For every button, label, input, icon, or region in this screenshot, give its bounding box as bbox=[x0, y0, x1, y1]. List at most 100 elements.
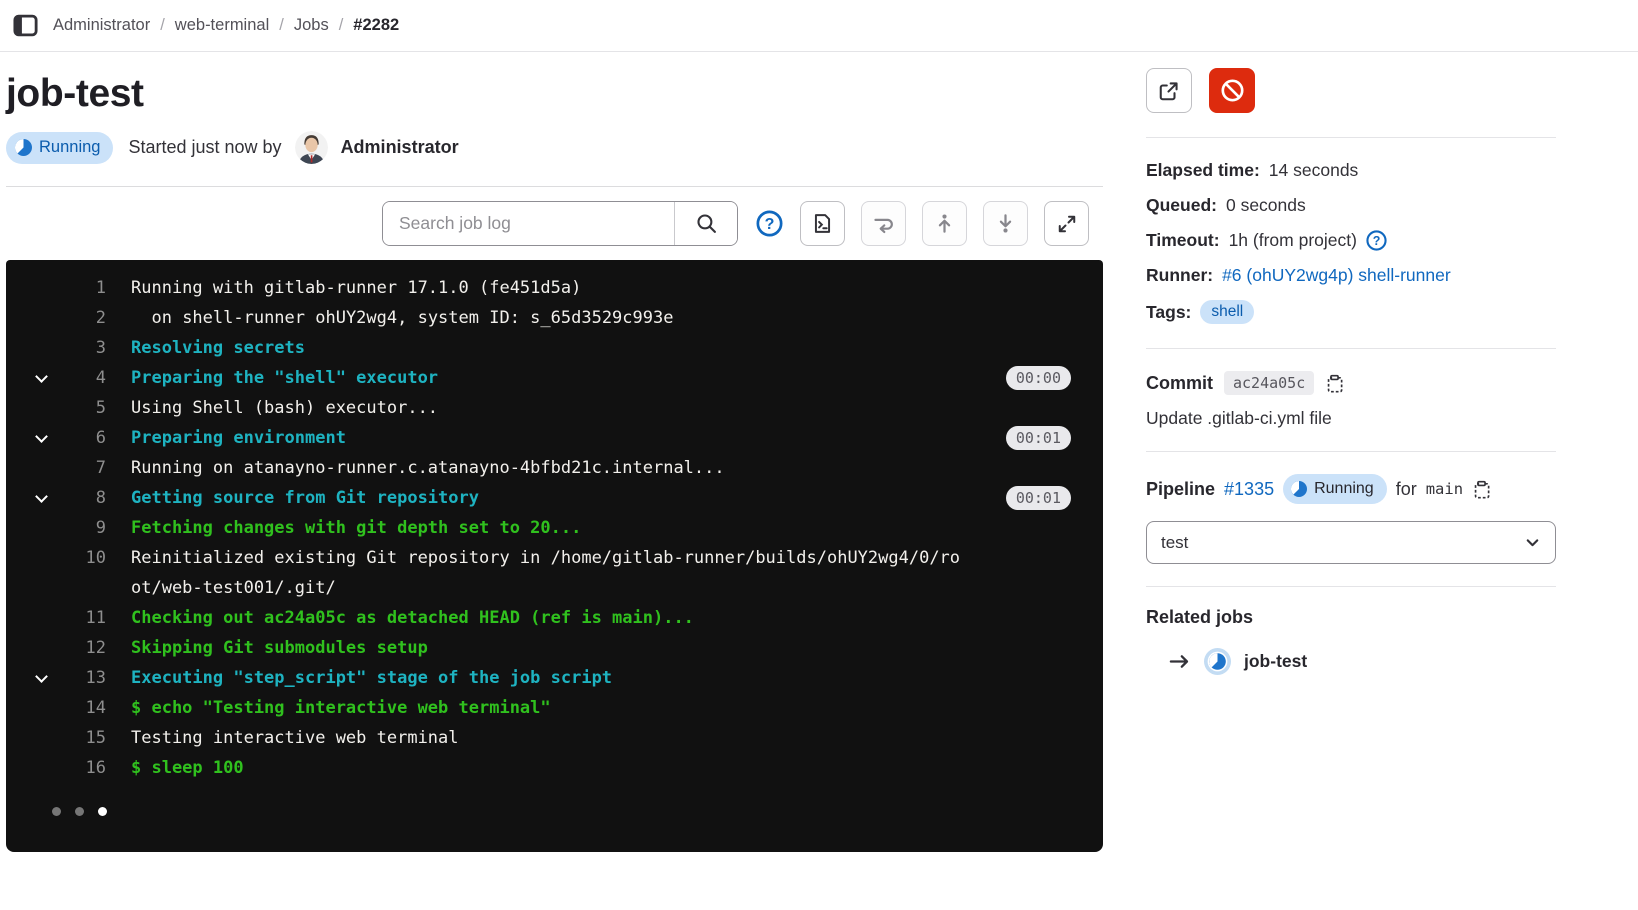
log-line: 1 Running with gitlab-runner 17.1.0 (fe45… bbox=[6, 273, 1103, 303]
log-line: 15 Testing interactive web terminal bbox=[6, 723, 1103, 753]
log-line: 8 Getting source from Git repository 00:01 bbox=[6, 483, 1103, 513]
log-line-number[interactable]: 2 bbox=[6, 303, 106, 333]
log-line: 11Checking out ac24a05c as detached HEAD… bbox=[6, 603, 1103, 633]
copy-ref-icon[interactable] bbox=[1472, 480, 1491, 499]
stage-dropdown[interactable]: test bbox=[1146, 521, 1556, 564]
started-text: Started just now by bbox=[128, 137, 281, 158]
search-button[interactable] bbox=[674, 202, 737, 245]
related-jobs-heading: Related jobs bbox=[1146, 607, 1556, 628]
log-line-text[interactable]: Getting source from Git repository bbox=[131, 483, 479, 513]
author-name[interactable]: Administrator bbox=[341, 137, 459, 158]
log-line-number[interactable]: 15 bbox=[6, 723, 106, 753]
scroll-to-bottom-button[interactable] bbox=[983, 201, 1028, 246]
queued-value: 0 seconds bbox=[1226, 195, 1306, 216]
log-line: 10Reinitialized existing Git repository … bbox=[6, 543, 1103, 603]
related-job-item[interactable]: job-test bbox=[1168, 648, 1556, 675]
log-line-number[interactable]: 16 bbox=[6, 753, 106, 783]
log-line-number[interactable]: 9 bbox=[6, 513, 106, 543]
commit-sha[interactable]: ac24a05c bbox=[1224, 371, 1314, 395]
tag-badge: shell bbox=[1200, 300, 1254, 324]
log-line-text: $ sleep 100 bbox=[131, 753, 244, 783]
running-status-icon bbox=[1291, 481, 1307, 497]
log-line-number[interactable]: 3 bbox=[6, 333, 106, 363]
log-line: 13 Executing "step_script" stage of the j… bbox=[6, 663, 1103, 693]
log-line: 4Preparing the "shell" executor00:00 bbox=[6, 363, 1103, 393]
log-line-number[interactable]: 8 bbox=[6, 483, 106, 513]
arrow-right-icon bbox=[1168, 650, 1191, 673]
breadcrumb-bar: Administrator / web-terminal / Jobs / #2… bbox=[0, 0, 1638, 52]
log-line-text: Testing interactive web terminal bbox=[131, 723, 459, 753]
log-line-number[interactable]: 13 bbox=[6, 663, 106, 693]
open-in-new-window-button[interactable] bbox=[1146, 68, 1192, 113]
pipeline-status-badge[interactable]: Running bbox=[1283, 474, 1387, 504]
breadcrumb-item[interactable]: Administrator bbox=[53, 16, 150, 35]
svg-text:?: ? bbox=[764, 215, 774, 233]
job-log-search bbox=[382, 201, 738, 246]
log-line: 2 on shell-runner ohUY2wg4, system ID: s… bbox=[6, 303, 1103, 333]
job-log-toolbar: ? bbox=[6, 186, 1103, 260]
log-line-text[interactable]: Preparing the "shell" executor bbox=[131, 363, 438, 393]
commit-block: Commit ac24a05c Update .gitlab-ci.yml fi… bbox=[1146, 349, 1556, 452]
runner-row: Runner: #6 (ohUY2wg4p) shell-runner bbox=[1146, 265, 1556, 286]
page-title: job-test bbox=[6, 72, 1103, 116]
sidebar-toggle-icon[interactable] bbox=[12, 13, 39, 38]
running-status-icon bbox=[15, 139, 32, 156]
breadcrumb-item[interactable]: Jobs bbox=[294, 16, 329, 35]
log-line-number[interactable]: 7 bbox=[6, 453, 106, 483]
section-duration-badge: 00:01 bbox=[1006, 486, 1071, 510]
timeout-label: Timeout: bbox=[1146, 230, 1220, 251]
log-line-number[interactable]: 11 bbox=[6, 603, 106, 633]
related-job-name: job-test bbox=[1244, 651, 1307, 672]
runner-link[interactable]: #6 (ohUY2wg4p) shell-runner bbox=[1222, 265, 1451, 286]
copy-commit-sha-icon[interactable] bbox=[1325, 374, 1344, 393]
job-log-terminal: 1 Running with gitlab-runner 17.1.0 (fe45… bbox=[6, 260, 1103, 852]
log-line-number[interactable]: 4 bbox=[6, 363, 106, 393]
commit-label: Commit bbox=[1146, 373, 1213, 394]
related-job-status-icon bbox=[1204, 648, 1231, 675]
job-log-help-button[interactable]: ? bbox=[754, 210, 784, 237]
log-line-number[interactable]: 14 bbox=[6, 693, 106, 723]
search-input[interactable] bbox=[383, 202, 674, 245]
log-line: 5Using Shell (bash) executor... bbox=[6, 393, 1103, 423]
pipeline-status-label: Running bbox=[1314, 480, 1374, 498]
log-line: 12Skipping Git submodules setup bbox=[6, 633, 1103, 663]
breadcrumb: Administrator / web-terminal / Jobs / #2… bbox=[53, 16, 399, 35]
breadcrumb-current-job: #2282 bbox=[353, 16, 399, 35]
breadcrumb-separator: / bbox=[339, 16, 344, 35]
scroll-to-top-button[interactable] bbox=[922, 201, 967, 246]
commit-message[interactable]: Update .gitlab-ci.yml file bbox=[1146, 408, 1556, 429]
breadcrumb-separator: / bbox=[160, 16, 165, 35]
scroll-to-failure-button[interactable] bbox=[861, 201, 906, 246]
queued-row: Queued: 0 seconds bbox=[1146, 195, 1556, 216]
log-line-text: Resolving secrets bbox=[131, 333, 305, 363]
log-loading-dots bbox=[52, 807, 1103, 816]
avatar[interactable] bbox=[295, 131, 328, 164]
elapsed-time-label: Elapsed time: bbox=[1146, 160, 1260, 181]
show-raw-log-button[interactable] bbox=[800, 201, 845, 246]
log-line-text[interactable]: Executing "step_script" stage of the job… bbox=[131, 663, 612, 693]
breadcrumb-separator: / bbox=[279, 16, 284, 35]
timeout-help-icon[interactable]: ? bbox=[1366, 230, 1387, 251]
fullscreen-button[interactable] bbox=[1044, 201, 1089, 246]
pipeline-link[interactable]: #1335 bbox=[1224, 479, 1274, 500]
queued-label: Queued: bbox=[1146, 195, 1217, 216]
tags-label: Tags: bbox=[1146, 302, 1191, 323]
log-line-number[interactable]: 1 bbox=[6, 273, 106, 303]
breadcrumb-item[interactable]: web-terminal bbox=[175, 16, 269, 35]
log-line: 9Fetching changes with git depth set to … bbox=[6, 513, 1103, 543]
log-line: 16 $ sleep 100 bbox=[6, 753, 1103, 783]
log-line-text[interactable]: Preparing environment bbox=[131, 423, 346, 453]
cancel-job-button[interactable] bbox=[1209, 68, 1255, 113]
log-line-number[interactable]: 12 bbox=[6, 633, 106, 663]
log-line: 6Preparing environment00:01 bbox=[6, 423, 1103, 453]
log-line-number[interactable]: 10 bbox=[6, 543, 106, 603]
log-line-text: on shell-runner ohUY2wg4, system ID: s_6… bbox=[131, 303, 673, 333]
status-badge[interactable]: Running bbox=[6, 132, 113, 164]
log-line-number[interactable]: 5 bbox=[6, 393, 106, 423]
log-line-text: Running with gitlab-runner 17.1.0 (fe451… bbox=[131, 273, 581, 303]
pipeline-ref[interactable]: main bbox=[1426, 480, 1463, 498]
log-line: 3 Resolving secrets bbox=[6, 333, 1103, 363]
log-lines: 1 Running with gitlab-runner 17.1.0 (fe45… bbox=[6, 273, 1103, 783]
log-line-text: Running on atanayno-runner.c.atanayno-4b… bbox=[131, 453, 725, 483]
log-line-number[interactable]: 6 bbox=[6, 423, 106, 453]
